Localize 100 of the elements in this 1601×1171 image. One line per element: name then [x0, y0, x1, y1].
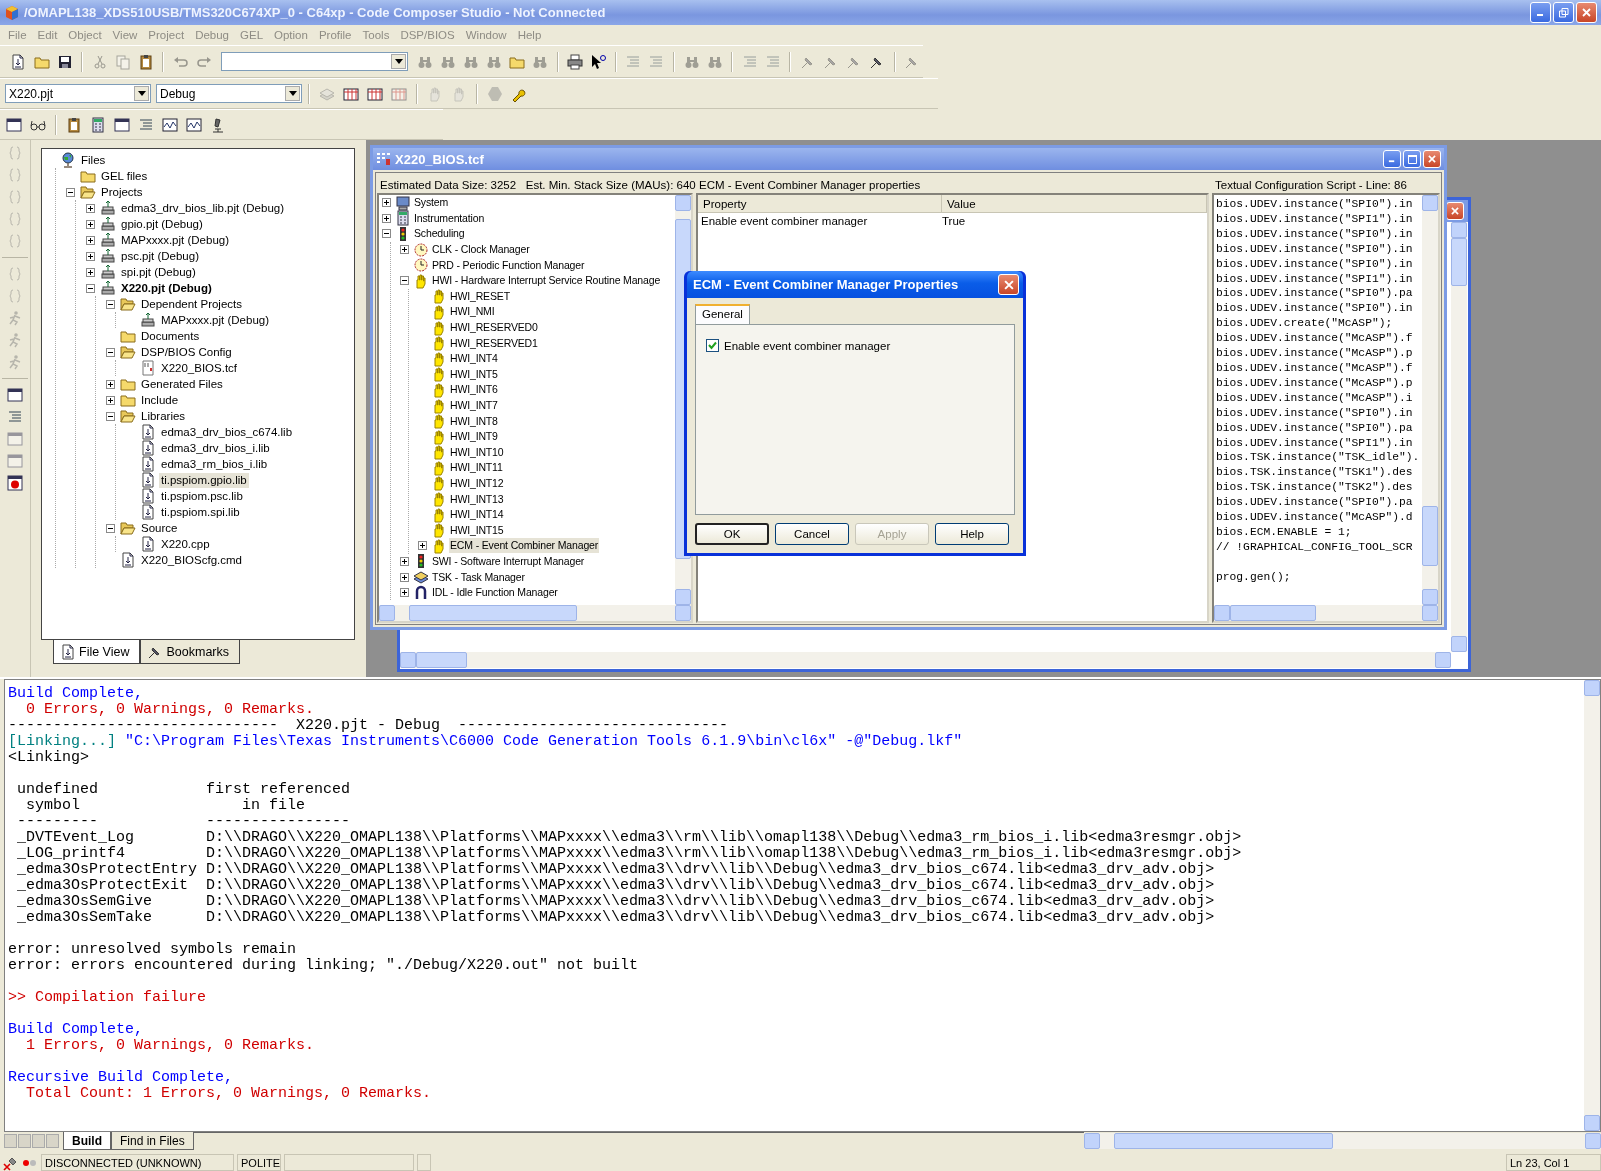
- project-dropdown[interactable]: X220.pjt: [5, 84, 151, 103]
- search-dropdown[interactable]: [220, 52, 408, 71]
- tree-item[interactable]: HWI_INT15: [449, 522, 505, 538]
- braces-icon[interactable]: [7, 266, 23, 282]
- lines-icon[interactable]: [625, 53, 642, 70]
- scroll-left-button[interactable]: [1083, 1133, 1100, 1149]
- braces-icon[interactable]: [7, 288, 23, 304]
- floppy-icon[interactable]: [56, 53, 73, 70]
- tree-item[interactable]: HWI_INT5: [449, 366, 499, 382]
- column-header[interactable]: Value: [942, 195, 1207, 212]
- scroll-left-button[interactable]: [379, 605, 395, 621]
- tree-item[interactable]: HWI_INT10: [449, 444, 505, 460]
- tree-item[interactable]: gpio.pjt (Debug): [119, 216, 205, 232]
- expand-toggle[interactable]: [400, 588, 409, 598]
- scissors-icon[interactable]: [91, 53, 108, 70]
- tab[interactable]: Find in Files: [111, 1132, 194, 1150]
- close-button[interactable]: [1423, 150, 1441, 168]
- tab[interactable]: General: [695, 304, 750, 324]
- hexagon-icon[interactable]: [487, 85, 503, 102]
- dialog-button[interactable]: Cancel: [775, 523, 849, 545]
- maximize-button[interactable]: [1403, 150, 1421, 168]
- tree-item[interactable]: Source: [139, 520, 180, 536]
- pointer-icon[interactable]: [590, 53, 607, 70]
- tree-item[interactable]: IDL - Idle Function Manager: [431, 585, 559, 601]
- scroll-down-button[interactable]: [1584, 1115, 1600, 1131]
- grid-icon[interactable]: [343, 85, 359, 102]
- printer-icon[interactable]: [567, 53, 584, 70]
- tree-item[interactable]: Dependent Projects: [139, 296, 244, 312]
- braces-icon[interactable]: [7, 189, 23, 205]
- expand-toggle[interactable]: [86, 283, 95, 293]
- last-tab-button[interactable]: [46, 1134, 59, 1148]
- tree-item[interactable]: X220_BIOScfg.cmd: [139, 552, 244, 568]
- expand-toggle[interactable]: [382, 229, 391, 239]
- runner-icon[interactable]: [7, 310, 23, 326]
- tree-item[interactable]: HWI_INT13: [449, 491, 505, 507]
- expand-toggle[interactable]: [382, 213, 391, 223]
- expand-toggle[interactable]: [86, 235, 95, 245]
- scroll-up-button[interactable]: [675, 195, 691, 211]
- hand-icon[interactable]: [451, 85, 467, 102]
- runner-icon[interactable]: [7, 354, 23, 370]
- expand-toggle[interactable]: [400, 245, 409, 255]
- tab[interactable]: Build: [63, 1132, 111, 1150]
- expand-toggle[interactable]: [106, 379, 115, 389]
- scroll-up-button[interactable]: [1584, 680, 1600, 696]
- scroll-right-button[interactable]: [1422, 605, 1438, 621]
- window-icon[interactable]: [6, 116, 22, 133]
- lines-icon[interactable]: [648, 53, 665, 70]
- document-icon[interactable]: [10, 53, 27, 70]
- first-tab-button[interactable]: [4, 1134, 17, 1148]
- tree-item[interactable]: ti.pspiom.gpio.lib: [159, 472, 249, 488]
- chart-icon[interactable]: [162, 116, 178, 133]
- scroll-thumb[interactable]: [1422, 505, 1438, 567]
- tree-item[interactable]: HWI_INT7: [449, 398, 499, 413]
- tree-item[interactable]: ti.pspiom.psc.lib: [159, 488, 245, 504]
- hand-icon[interactable]: [427, 85, 443, 102]
- tree-item[interactable]: Generated Files: [139, 376, 225, 392]
- tree-item[interactable]: HWI_NMI: [449, 304, 496, 320]
- tree-item[interactable]: HWI - Hardware Interrupt Service Routine Manage: [431, 273, 662, 289]
- tree-item[interactable]: MAPxxxx.pjt (Debug): [159, 312, 271, 328]
- tree-item[interactable]: HWI_INT8: [449, 413, 499, 429]
- next-tab-button[interactable]: [32, 1134, 45, 1148]
- column-header[interactable]: Property: [698, 195, 942, 212]
- braces-icon[interactable]: [7, 233, 23, 249]
- tree-item[interactable]: Projects: [99, 184, 145, 200]
- tree-item[interactable]: Include: [139, 392, 181, 408]
- scroll-thumb[interactable]: [1114, 1133, 1333, 1149]
- tab[interactable]: Bookmarks: [140, 640, 240, 664]
- tree-item[interactable]: SWI - Software Interrupt Manager: [431, 553, 586, 569]
- scroll-right-button[interactable]: [675, 605, 691, 621]
- scroll-thumb[interactable]: [1230, 605, 1317, 621]
- expand-toggle[interactable]: [400, 556, 409, 566]
- tree-item[interactable]: HWI_INT11: [449, 460, 504, 476]
- grid-icon[interactable]: [391, 85, 407, 102]
- tree-item[interactable]: HWI_INT9: [449, 429, 499, 445]
- tree-item[interactable]: HWI_RESERVED1: [449, 335, 539, 351]
- clipboard-icon[interactable]: [66, 116, 82, 133]
- expand-toggle[interactable]: [86, 251, 95, 261]
- tree-item[interactable]: X220.cpp: [159, 536, 212, 552]
- chart-icon[interactable]: [186, 116, 202, 133]
- tree-item[interactable]: HWI_INT14: [449, 507, 505, 523]
- lines-icon[interactable]: [138, 116, 154, 133]
- close-button[interactable]: [1576, 2, 1597, 23]
- scroll-thumb[interactable]: [409, 605, 577, 621]
- tree-item[interactable]: HWI_INT4: [449, 351, 499, 367]
- tree-item[interactable]: edma3_rm_bios_i.lib: [159, 456, 270, 472]
- lines-icon[interactable]: [764, 53, 781, 70]
- close-button[interactable]: [998, 274, 1019, 295]
- pages-icon[interactable]: [114, 53, 131, 70]
- dialog-button[interactable]: Help: [935, 523, 1009, 545]
- tree-item[interactable]: Instrumentation: [413, 210, 486, 226]
- tree-item[interactable]: HWI_RESERVED0: [449, 320, 539, 336]
- scroll-down-button[interactable]: [675, 589, 691, 605]
- ok-button[interactable]: OK: [695, 523, 769, 545]
- expand-toggle[interactable]: [382, 198, 391, 208]
- expand-toggle[interactable]: [106, 411, 115, 421]
- braces-icon[interactable]: [7, 167, 23, 183]
- tree-item[interactable]: HWI_INT6: [449, 382, 499, 398]
- checkbox[interactable]: [706, 339, 719, 352]
- lines-icon[interactable]: [7, 409, 23, 425]
- scroll-left-button[interactable]: [1214, 605, 1230, 621]
